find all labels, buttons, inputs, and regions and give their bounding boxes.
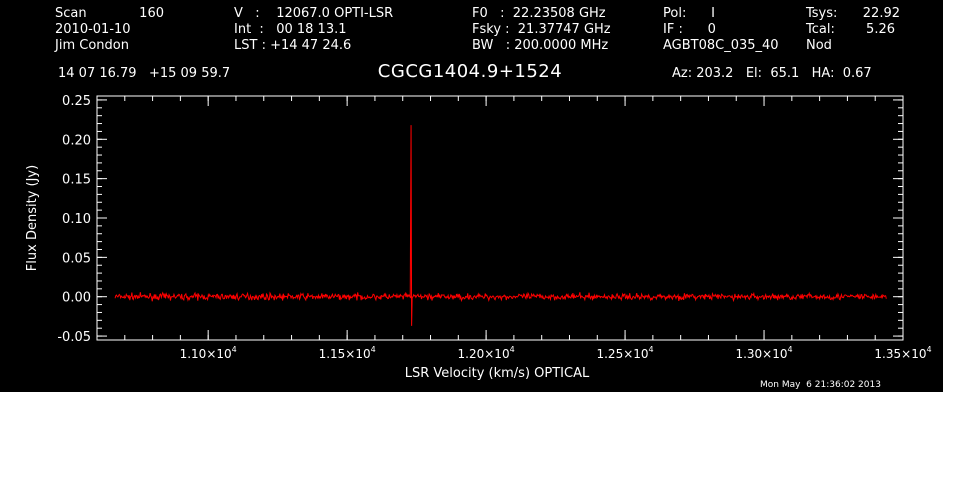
y-tick-label: 0.05: [62, 251, 91, 266]
y-axis-label: Flux Density (Jy): [25, 165, 40, 271]
spectrum-series-line: [114, 125, 887, 326]
y-tick-label: 0.10: [62, 212, 91, 227]
x-tick-label: 1.15×104: [319, 345, 376, 361]
spectrum-chart: -0.05 0.00 0.05 0.10 0.15 0.20 0.25 1.10×104 1.1…: [25, 94, 932, 381]
timestamp: Mon May 6 21:36:02 2013: [760, 380, 881, 390]
y-tick-label: 0.20: [62, 133, 91, 148]
y-tick-label: 0.00: [62, 291, 91, 306]
y-tick-label: 0.15: [62, 173, 91, 188]
x-tick-label: 1.10×104: [180, 345, 237, 361]
x-axis-label: LSR Velocity (km/s) OPTICAL: [405, 366, 590, 381]
y-tick-label: 0.25: [62, 94, 91, 109]
x-tick-label: 1.20×104: [458, 345, 515, 361]
x-tick-label: 1.30×104: [735, 345, 792, 361]
x-tick-label: 1.35×104: [874, 345, 931, 361]
x-tick-label: 1.25×104: [596, 345, 653, 361]
y-tick-label: -0.05: [57, 330, 91, 345]
plot-panel: Scan 160 2010-01-10 Jim Condon V : 12067…: [0, 0, 943, 392]
plot-frame: [96, 95, 904, 341]
